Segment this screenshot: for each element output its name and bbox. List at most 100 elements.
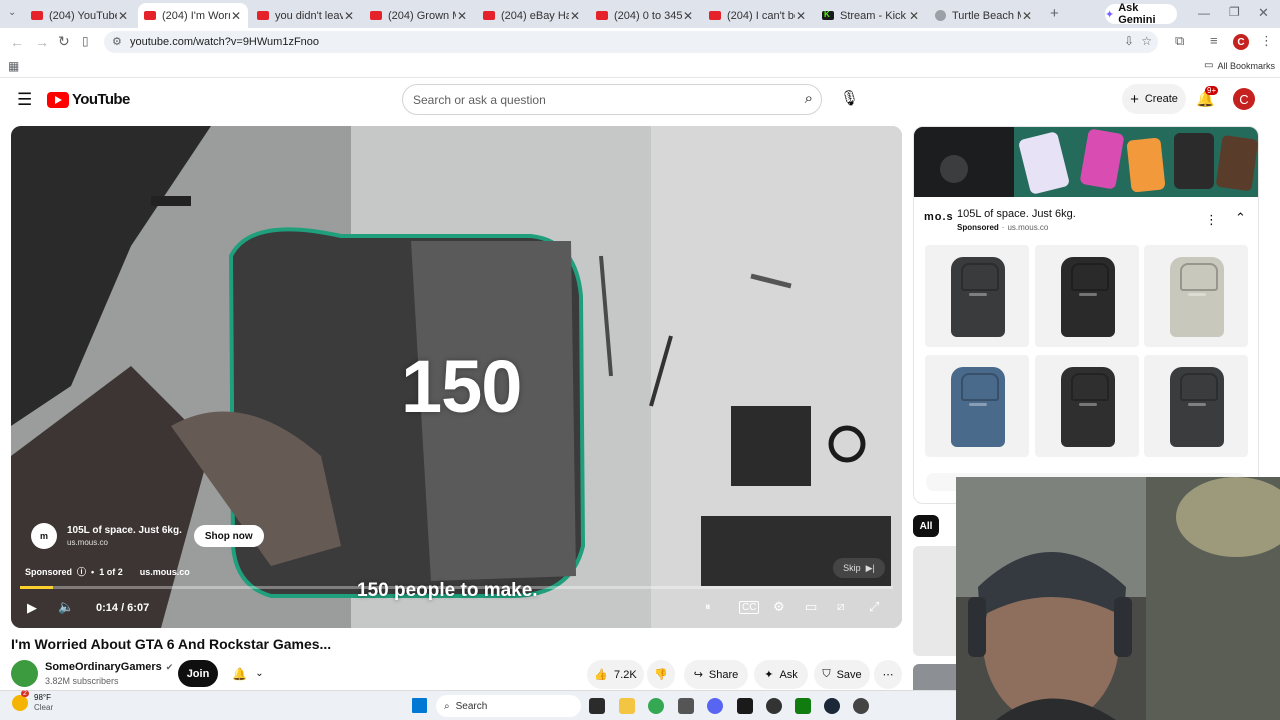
volume-icon[interactable]: 🔈 <box>58 599 74 615</box>
browser-tab[interactable]: you didn't leave a✕ <box>251 3 361 28</box>
all-bookmarks-button[interactable]: ▭ All Bookmarks <box>1204 60 1275 71</box>
settings-gear-icon[interactable]: ⚙ <box>773 599 785 615</box>
media-control-icon[interactable]: ≡ <box>1210 34 1218 47</box>
video-player[interactable]: 150 150 people to make. m 105L of space.… <box>11 126 902 628</box>
browser-tab[interactable]: (204) YouTube ✕ <box>25 3 135 28</box>
bookmark-star-icon[interactable]: ☆ <box>1141 34 1152 48</box>
apps-grid-icon[interactable]: ▦ <box>8 60 19 72</box>
share-arrow-icon: ↪ <box>693 669 703 681</box>
product-card[interactable] <box>925 355 1029 457</box>
product-card[interactable] <box>1144 355 1248 457</box>
share-button[interactable]: ↪ Share <box>684 660 748 689</box>
browser-tab[interactable]: Turtle Beach Mic✕ <box>929 3 1039 28</box>
recommended-thumbnail-2[interactable] <box>913 664 957 690</box>
shop-now-button[interactable]: Shop now <box>193 525 264 547</box>
ad-info-icon[interactable]: ⓘ <box>77 565 86 578</box>
site-info-icon[interactable]: ⚙ <box>112 35 122 48</box>
weather-widget[interactable]: 2 98°F Clear <box>12 690 53 713</box>
browser-tab[interactable]: (204) eBay Had to✕ <box>477 3 587 28</box>
taskbar-search[interactable]: ⌕ Search <box>436 695 581 717</box>
app-icon-7[interactable] <box>766 698 782 714</box>
browser-tab[interactable]: (204) I can't believ✕ <box>703 3 813 28</box>
tab-close-icon[interactable]: ✕ <box>908 9 920 23</box>
sponsor-ad-title[interactable]: 105L of space. Just 6kg. <box>957 208 1076 220</box>
app-icon-10[interactable] <box>853 698 869 714</box>
app-icon-6[interactable] <box>737 698 753 714</box>
tab-close-icon[interactable]: ✕ <box>1021 9 1033 23</box>
tab-close-icon[interactable]: ✕ <box>230 9 242 23</box>
notifications-button[interactable]: 🔔 9+ <box>1196 86 1219 109</box>
product-card[interactable] <box>1035 245 1139 347</box>
youtube-logo[interactable]: YouTube <box>47 91 130 108</box>
browser-tab[interactable]: (204) I'm Worried✕ <box>138 3 248 28</box>
more-actions-button[interactable]: ⋯ <box>874 660 902 689</box>
app-icon-4[interactable] <box>678 698 694 714</box>
save-button[interactable]: ⛉ Save <box>814 660 870 689</box>
account-avatar[interactable]: C <box>1233 88 1255 110</box>
ask-gemini-label: Ask Gemini <box>1118 2 1156 26</box>
install-app-icon[interactable]: ⇩ <box>1124 34 1134 48</box>
window-close-icon[interactable]: ✕ <box>1258 6 1269 19</box>
tab-close-icon[interactable]: ✕ <box>117 9 129 23</box>
browser-tab[interactable]: (204) Grown Man✕ <box>364 3 474 28</box>
new-tab-icon[interactable]: + <box>1050 6 1059 21</box>
sponsored-companion-panel[interactable]: mo.s 105L of space. Just 6kg. Sponsored … <box>913 126 1259 504</box>
play-icon[interactable]: ▶ <box>27 600 37 616</box>
recommended-thumbnail[interactable] <box>913 546 957 656</box>
reload-icon[interactable]: ↻ <box>58 34 70 48</box>
pause-autoplay-icon[interactable]: ⏸ <box>705 601 711 614</box>
restore-icon[interactable]: ❐ <box>1229 6 1240 18</box>
extensions-icon[interactable]: ⧉ <box>1175 34 1184 47</box>
join-button[interactable]: Join <box>178 660 218 687</box>
ad-overlay-card[interactable]: m 105L of space. Just 6kg. us.mous.co Sh… <box>25 518 264 554</box>
forward-icon[interactable]: → <box>35 35 49 49</box>
ask-button[interactable]: ✦ Ask <box>754 660 808 689</box>
split-view-icon[interactable]: ▯ <box>82 35 89 47</box>
tab-close-icon[interactable]: ✕ <box>343 9 355 23</box>
browser-tab[interactable]: (204) 0 to 345mph✕ <box>590 3 700 28</box>
fullscreen-icon[interactable]: ⤢ <box>869 599 879 615</box>
windows-start-icon[interactable] <box>412 698 427 713</box>
xbox-icon[interactable] <box>795 698 811 714</box>
channel-avatar[interactable] <box>11 660 38 687</box>
profile-avatar[interactable]: C <box>1233 34 1249 50</box>
browser-menu-icon[interactable]: ⋮ <box>1260 34 1273 47</box>
voice-search-icon[interactable]: 🎙 <box>840 91 859 106</box>
hamburger-menu-icon[interactable]: ☰ <box>17 91 32 108</box>
ad-footer-domain[interactable]: us.mous.co <box>140 567 190 577</box>
cast-icon[interactable]: ⧄ <box>837 599 845 614</box>
minimize-icon[interactable]: — <box>1198 7 1210 19</box>
steam-icon[interactable] <box>824 698 840 714</box>
product-card[interactable] <box>1144 245 1248 347</box>
chip-all[interactable]: All <box>913 515 939 537</box>
address-bar[interactable]: ⚙ youtube.com/watch?v=9HWum1zFnoo ⇩ ☆ <box>104 31 1158 53</box>
back-icon[interactable]: ← <box>10 35 24 49</box>
browser-tab[interactable]: Stream - Kick Dash✕ <box>816 3 926 28</box>
youtube-logo-text: YouTube <box>72 91 130 108</box>
tab-close-icon[interactable]: ✕ <box>795 9 807 23</box>
collapse-chevron-up-icon[interactable]: ⌃ <box>1235 210 1246 226</box>
dislike-button[interactable]: 👎 <box>647 660 675 689</box>
chrome-icon[interactable] <box>648 698 664 714</box>
discord-icon[interactable] <box>707 698 723 714</box>
file-explorer-icon[interactable] <box>619 698 635 714</box>
task-view-icon[interactable] <box>589 698 605 714</box>
tab-close-icon[interactable]: ✕ <box>569 9 581 23</box>
miniplayer-icon[interactable]: ▭ <box>805 599 817 615</box>
skip-ad-button[interactable]: Skip ▶| <box>833 558 885 578</box>
subtitles-icon[interactable]: CC <box>739 601 760 614</box>
search-icon[interactable]: ⌕ <box>805 90 813 107</box>
channel-name[interactable]: SomeOrdinaryGamers ✔ <box>45 661 173 673</box>
sponsor-menu-icon[interactable]: ⋮ <box>1205 212 1218 228</box>
tab-close-icon[interactable]: ✕ <box>456 9 468 23</box>
create-button[interactable]: + Create <box>1122 84 1186 114</box>
ask-gemini-button[interactable]: ✦ Ask Gemini <box>1105 2 1177 26</box>
tab-search-icon[interactable]: ⌄ <box>8 8 16 18</box>
tab-close-icon[interactable]: ✕ <box>682 9 694 23</box>
progress-bar[interactable] <box>20 586 893 589</box>
product-card[interactable] <box>1035 355 1139 457</box>
like-button[interactable]: 👍 7.2K <box>587 660 644 689</box>
subscription-bell-button[interactable]: 🔔 ⌄ <box>224 660 272 687</box>
search-input[interactable]: Search or ask a question ⌕ <box>402 84 822 115</box>
product-card[interactable] <box>925 245 1029 347</box>
